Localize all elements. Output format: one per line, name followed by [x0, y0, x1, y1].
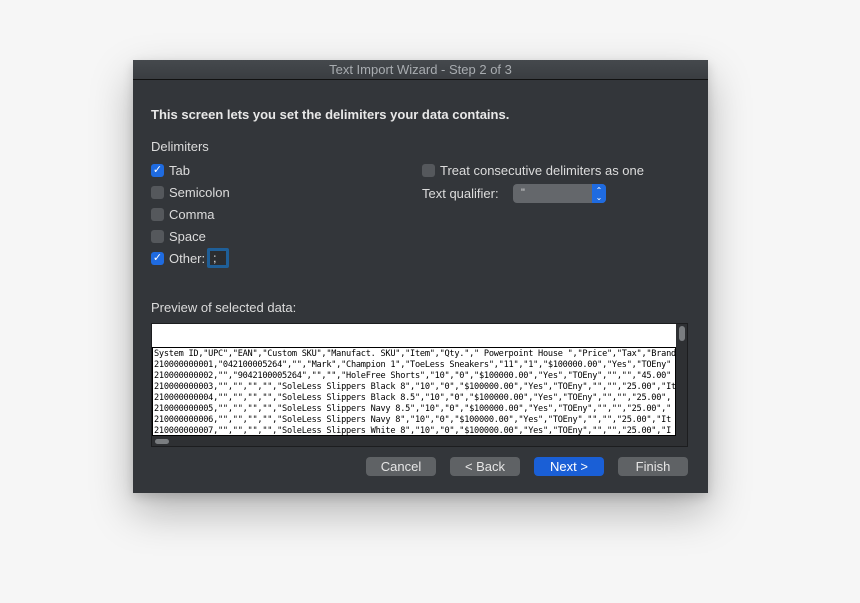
comma-delimiter-checkbox[interactable]: Comma: [151, 205, 215, 223]
semicolon-delimiter-checkbox[interactable]: Semicolon: [151, 183, 230, 201]
finish-button[interactable]: Finish: [618, 457, 688, 476]
checkbox-label: Tab: [169, 162, 190, 178]
preview-row: 210000000007,"","","","","SoleLess Slipp…: [154, 426, 672, 436]
checkbox-unchecked-icon[interactable]: [151, 207, 164, 221]
preview-heading: Preview of selected data:: [151, 300, 297, 315]
preview-row: 210000000003,"","","","","SoleLess Slipp…: [154, 382, 676, 392]
text-qualifier-select[interactable]: " ⌃ ⌄: [513, 184, 606, 203]
back-button[interactable]: < Back: [450, 457, 520, 476]
checkbox-label: Space: [169, 228, 206, 244]
other-delimiter-input[interactable]: ;: [207, 248, 230, 268]
select-stepper[interactable]: ⌃ ⌄: [592, 184, 606, 203]
preview-grid: System ID,"UPC","EAN","Custom SKU","Manu…: [152, 347, 676, 436]
preview-row: 210000000002,"","9042100005264","","","H…: [154, 371, 672, 381]
delimiters-heading: Delimiters: [151, 139, 209, 154]
chevron-down-icon: ⌄: [595, 192, 603, 202]
preview-row: 210000000004,"","","","","SoleLess Slipp…: [154, 393, 672, 403]
preview-row: 210000000001,"042100005264","","Mark","C…: [154, 360, 672, 370]
checkbox-unchecked-icon[interactable]: [151, 185, 164, 199]
preview-row: System ID,"UPC","EAN","Custom SKU","Manu…: [154, 349, 676, 359]
tab-delimiter-checkbox[interactable]: ✓ Tab: [151, 161, 190, 179]
space-delimiter-checkbox[interactable]: Space: [151, 227, 206, 245]
preview-column-header: [152, 324, 676, 347]
cancel-button[interactable]: Cancel: [366, 457, 436, 476]
checkbox-unchecked-icon[interactable]: [422, 163, 435, 177]
checkbox-label: Other:: [169, 250, 206, 266]
next-button[interactable]: Next >: [534, 457, 604, 476]
horizontal-scrollbar[interactable]: [155, 439, 169, 444]
checkbox-checked-icon[interactable]: ✓: [151, 163, 164, 177]
preview-row: 210000000005,"","","","","SoleLess Slipp…: [154, 404, 672, 414]
data-preview-pane[interactable]: System ID,"UPC","EAN","Custom SKU","Manu…: [151, 323, 688, 447]
checkbox-label: Comma: [169, 206, 215, 222]
text-qualifier-label: Text qualifier:: [422, 186, 499, 201]
checkbox-label: Treat consecutive delimiters as one: [440, 162, 645, 178]
checkbox-checked-icon[interactable]: ✓: [151, 251, 164, 265]
text-import-wizard-dialog: Text Import Wizard - Step 2 of 3 This sc…: [133, 60, 708, 493]
other-delimiter-checkbox[interactable]: ✓ Other: ;: [151, 247, 230, 269]
instructions-text: This screen lets you set the delimiters …: [151, 107, 510, 122]
consecutive-delimiters-checkbox[interactable]: Treat consecutive delimiters as one: [422, 161, 644, 179]
checkbox-unchecked-icon[interactable]: [151, 229, 164, 243]
vertical-scrollbar[interactable]: [679, 326, 685, 341]
preview-row: 210000000006,"","","","","SoleLess Slipp…: [154, 415, 672, 425]
text-qualifier-value: ": [521, 187, 525, 199]
window-title: Text Import Wizard - Step 2 of 3: [133, 60, 708, 80]
checkbox-label: Semicolon: [169, 184, 230, 200]
